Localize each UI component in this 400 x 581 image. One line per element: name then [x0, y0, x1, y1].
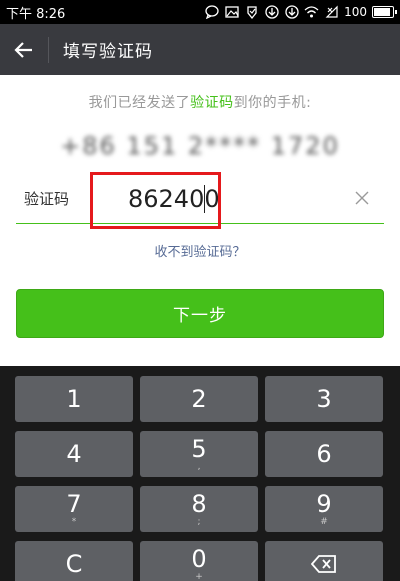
key-1[interactable]: 1 [15, 376, 133, 422]
key-sub-label: , [197, 461, 201, 472]
key-main-label: C [65, 550, 83, 578]
status-icons: 100 [204, 5, 397, 20]
key-main-label: 6 [316, 440, 332, 468]
status-time: 下午 8:26 [6, 6, 66, 22]
key-5[interactable]: 5, [140, 431, 258, 477]
hint-prefix: 我们已经发送了 [88, 95, 191, 111]
image-icon [224, 5, 239, 20]
check-icon [244, 5, 259, 20]
battery-percent: 100 [344, 5, 367, 19]
key-sub-label: * [71, 516, 77, 527]
key-main-label: 3 [316, 385, 332, 413]
title-divider [48, 36, 49, 63]
key-main-label: 5 [191, 434, 207, 463]
highlight-box [90, 172, 221, 229]
key-sub-label: # [320, 516, 328, 527]
key-main-label: 8 [191, 489, 207, 518]
arrow-left-icon [14, 41, 32, 58]
key-9[interactable]: 9 # [265, 486, 383, 532]
key-7[interactable]: 7 * [15, 486, 133, 532]
next-button[interactable]: 下一步 [16, 289, 384, 338]
numeric-keyboard: 1 2 3 4 5, 6 7 * 8; 9 # C 0 + [0, 366, 400, 581]
key-4[interactable]: 4 [15, 431, 133, 477]
backspace-key[interactable] [265, 541, 383, 581]
key-main-label: 2 [191, 385, 207, 413]
key-main-label: 9 [316, 489, 332, 518]
clear-button[interactable] [350, 186, 374, 210]
status-bar: 下午 8:26 100 [0, 0, 400, 24]
download-icon-2 [284, 5, 299, 20]
close-icon [355, 191, 369, 205]
back-button[interactable] [0, 24, 48, 75]
page-title: 填写验证码 [63, 42, 153, 62]
key-main-label: 7 [66, 489, 82, 518]
battery-icon [372, 6, 397, 18]
sent-hint: 我们已经发送了验证码到你的手机: [0, 92, 400, 112]
backspace-icon [311, 555, 336, 573]
no-code-link[interactable]: 收不到验证码？ [0, 241, 400, 260]
key-6[interactable]: 6 [265, 431, 383, 477]
key-main-label: 1 [66, 385, 82, 413]
key-8[interactable]: 8; [140, 486, 258, 532]
chat-bubble-icon [204, 5, 219, 20]
key-sub-label: ; [197, 516, 201, 527]
code-label: 验证码 [24, 190, 70, 208]
download-icon [264, 5, 279, 20]
key-3[interactable]: 3 [265, 376, 383, 422]
hint-accent: 验证码 [190, 95, 234, 111]
masked-phone-number: +86 151 2**** 1720 [60, 132, 340, 160]
key-main-label: 0 [191, 544, 207, 573]
no-signal-icon [324, 5, 339, 20]
key-sub-label: + [195, 571, 203, 581]
wifi-icon [304, 5, 319, 20]
hint-suffix: 到你的手机: [233, 95, 312, 111]
title-bar: 填写验证码 [0, 24, 400, 75]
key-main-label: 4 [66, 440, 82, 468]
key-0[interactable]: 0 + [140, 541, 258, 581]
key-2[interactable]: 2 [140, 376, 258, 422]
key-clear[interactable]: C [15, 541, 133, 581]
